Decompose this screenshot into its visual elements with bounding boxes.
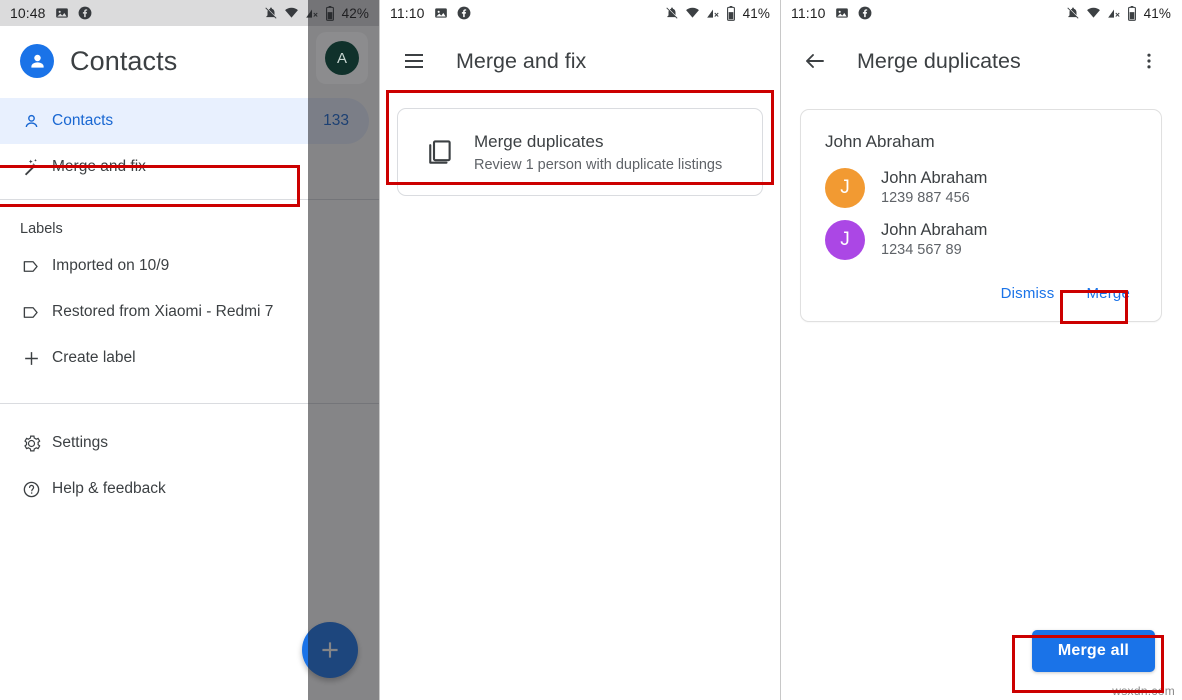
avatar-initial: J — [840, 229, 850, 251]
drawer-scrim-overlay[interactable] — [308, 0, 379, 700]
copy-duplicate-icon — [424, 137, 454, 167]
status-bar-right: 41% — [665, 6, 770, 21]
merge-duplicates-panel: 11:10 — [780, 0, 1181, 700]
page-title: Contacts — [70, 46, 177, 77]
person-logo-icon — [20, 44, 54, 78]
facebook-icon — [457, 6, 471, 20]
account-chip[interactable]: A — [316, 32, 368, 84]
wifi-icon — [284, 6, 299, 20]
merge-all-button[interactable]: Merge all — [1032, 630, 1155, 672]
contact-name: John Abraham — [881, 168, 987, 189]
contact-phone: 1239 887 456 — [881, 189, 987, 209]
help-circle-icon — [22, 480, 52, 499]
status-time: 11:10 — [791, 5, 826, 21]
status-bar-left: 10:48 — [10, 5, 92, 21]
sidebar-item-settings-label: Settings — [52, 434, 349, 452]
magic-wand-icon — [22, 157, 52, 177]
notifications-off-icon — [665, 6, 679, 20]
label-icon — [22, 303, 52, 322]
contact-texts: John Abraham 1239 887 456 — [881, 168, 987, 208]
battery-percent: 41% — [743, 6, 770, 21]
image-icon — [835, 6, 849, 20]
label-icon — [22, 257, 52, 276]
signal-off-icon — [1107, 6, 1121, 20]
image-icon — [434, 6, 448, 20]
contact-name: John Abraham — [881, 220, 987, 241]
merge-and-fix-panel: 11:10 — [379, 0, 780, 700]
screenshot-stage: 10:48 — [0, 0, 1182, 700]
signal-off-icon — [706, 6, 720, 20]
facebook-icon — [78, 6, 92, 20]
status-bar-left: 11:10 — [390, 5, 471, 21]
watermark: wsxdn.com — [1112, 684, 1175, 698]
notifications-off-icon — [1066, 6, 1080, 20]
person-icon — [22, 112, 52, 131]
merge-button[interactable]: Merge — [1077, 278, 1139, 309]
gear-icon — [22, 434, 52, 453]
sidebar-create-label-text: Create label — [52, 349, 349, 367]
merge-duplicates-card-title: Merge duplicates — [474, 132, 722, 152]
avatar: A — [325, 41, 359, 75]
duplicate-card-actions: Dismiss Merge — [825, 272, 1141, 311]
battery-percent: 41% — [1144, 6, 1171, 21]
sidebar-item-help-label: Help & feedback — [52, 480, 349, 498]
image-icon — [55, 6, 69, 20]
status-bar-left: 11:10 — [791, 5, 872, 21]
duplicate-group-heading: John Abraham — [825, 132, 1141, 152]
status-bar-panel2: 11:10 — [380, 0, 780, 26]
merge-and-fix-title: Merge and fix — [456, 49, 586, 74]
sidebar-label-restored-text: Restored from Xiaomi - Redmi 7 — [52, 303, 349, 321]
merge-duplicates-card[interactable]: Merge duplicates Review 1 person with du… — [397, 108, 763, 196]
hamburger-menu-icon[interactable] — [402, 49, 426, 73]
battery-icon — [726, 6, 736, 21]
status-bar-panel3: 11:10 — [781, 0, 1181, 26]
wifi-icon — [1086, 6, 1101, 20]
notifications-off-icon — [264, 6, 278, 20]
facebook-icon — [858, 6, 872, 20]
duplicate-group-card: John Abraham J John Abraham 1239 887 456… — [800, 109, 1162, 322]
merge-duplicates-title: Merge duplicates — [857, 49, 1021, 74]
list-item[interactable]: J John Abraham 1239 887 456 — [825, 168, 1141, 208]
status-bar-right: 41% — [1066, 6, 1171, 21]
wifi-icon — [685, 6, 700, 20]
contacts-drawer-panel: 10:48 — [0, 0, 379, 700]
merge-duplicates-card-subtitle: Review 1 person with duplicate listings — [474, 157, 722, 173]
merge-duplicates-card-texts: Merge duplicates Review 1 person with du… — [474, 132, 722, 173]
sidebar-item-merge-and-fix-label: Merge and fix — [52, 158, 349, 176]
sidebar-label-imported-text: Imported on 10/9 — [52, 257, 349, 275]
battery-icon — [1127, 6, 1137, 21]
avatar: J — [825, 220, 865, 260]
avatar-initial: J — [840, 177, 850, 199]
contact-phone: 1234 567 89 — [881, 241, 987, 261]
merge-and-fix-topbar: Merge and fix — [380, 26, 780, 96]
sidebar-item-contacts-label: Contacts — [52, 112, 323, 130]
dismiss-button[interactable]: Dismiss — [992, 278, 1064, 309]
arrow-back-icon[interactable] — [803, 49, 827, 73]
list-item[interactable]: J John Abraham 1234 567 89 — [825, 220, 1141, 260]
plus-icon — [22, 349, 52, 368]
contact-texts: John Abraham 1234 567 89 — [881, 220, 987, 260]
more-vert-icon[interactable] — [1139, 51, 1159, 71]
merge-duplicates-topbar: Merge duplicates — [781, 26, 1181, 96]
status-time: 10:48 — [10, 5, 46, 21]
avatar: J — [825, 168, 865, 208]
status-time: 11:10 — [390, 5, 425, 21]
